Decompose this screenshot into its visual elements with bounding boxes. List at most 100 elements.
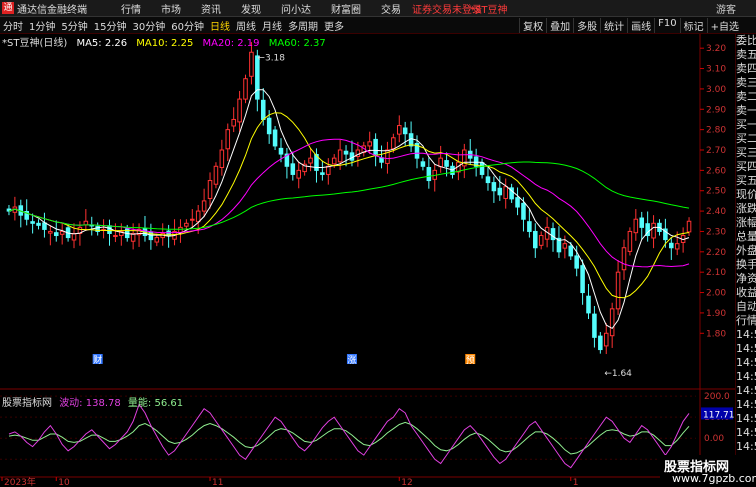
candle-body (337, 149, 343, 163)
candle-body (154, 237, 160, 243)
candle-body (574, 255, 579, 269)
overlay-button[interactable]: 叠加 (546, 18, 573, 33)
period-tab[interactable]: 分时 (0, 18, 26, 33)
price-tick-label: 2.40 (706, 207, 726, 217)
quote-side-panel: 委比 卖五 卖四 卖三 卖二 卖一 买一 买二 买三 买四 买五 现价 涨跌 涨幅 总量 外盘 换手 净资 收益 自动… (735, 34, 756, 484)
ma20-value: MA20: 2.19 (202, 38, 260, 49)
period-tab[interactable]: 5分钟 (58, 18, 90, 33)
side-panel-item: 14:55 (736, 412, 756, 425)
f10-button[interactable]: F10 (654, 18, 679, 33)
candle-body (562, 243, 568, 249)
indicator-name[interactable]: 股票指标网 (2, 398, 52, 409)
toolbar-right-buttons: 复权 叠加 多股 统计 画线 F10 标记 +自选 (519, 18, 742, 33)
candle-body (331, 157, 337, 165)
menu-item-news[interactable]: 资讯 (191, 1, 231, 16)
chart-title: *ST豆神(日线) (2, 38, 68, 49)
side-panel-item: 14:55 (736, 370, 756, 383)
candle-body (580, 265, 585, 294)
candle-body (320, 172, 325, 175)
menu-item-trade[interactable]: 交易 (371, 1, 411, 16)
app-name: 通达信金融终端 (17, 4, 87, 16)
candle-body (521, 202, 526, 220)
period-tab-daily[interactable]: 日线 (207, 18, 233, 33)
kline-chart[interactable]: 3.20 3.10 3.00 2.90 2.80 2.70 2.60 2.50 2.40 2.30… (0, 34, 735, 487)
side-panel-item: 买三 (736, 146, 756, 159)
candle-body (550, 228, 556, 241)
candle-body (231, 118, 236, 127)
candle-body (533, 230, 538, 249)
draw-button[interactable]: 画线 (627, 18, 654, 33)
liangneng-value: 量能: 56.61 (127, 398, 184, 409)
period-tab[interactable]: 30分钟 (129, 18, 168, 33)
menu-item-wealth[interactable]: 财富圈 (321, 1, 371, 16)
fuquan-button[interactable]: 复权 (519, 18, 546, 33)
side-panel-item: 卖五 (736, 48, 756, 61)
ma5-value: MA5: 2.26 (76, 38, 128, 49)
menu-item-market[interactable]: 市场 (151, 1, 191, 16)
side-panel-item: 行情 (736, 314, 756, 327)
candle-body (48, 230, 53, 234)
price-tick-label: 2.80 (706, 126, 726, 136)
candle-body (201, 200, 207, 212)
mark-button[interactable]: 标记 (679, 18, 707, 33)
period-tab[interactable]: 1分钟 (26, 18, 58, 33)
menu-item-ask[interactable]: 问小达 (271, 1, 321, 16)
candle-body (249, 51, 254, 77)
candle-body (42, 222, 47, 230)
stats-button[interactable]: 统计 (600, 18, 627, 33)
side-panel-item: 现价 (736, 188, 756, 201)
candle-body (669, 242, 674, 249)
candle-body (326, 165, 331, 175)
period-tab[interactable]: 多周期 (285, 18, 321, 33)
side-panel-item: 14:54 (736, 328, 756, 341)
guest-user[interactable]: 游客 (716, 1, 736, 16)
side-panel-item: 卖一 (736, 104, 756, 117)
period-tab[interactable]: 15分钟 (91, 18, 130, 33)
side-panel-item: 14:55 (736, 398, 756, 411)
price-tick-label: 2.50 (706, 187, 726, 197)
stock-name: *ST豆神 (470, 5, 508, 16)
candle-body (515, 197, 520, 208)
side-panel-item: 14:54 (736, 342, 756, 355)
app-logo-icon: 通 (2, 2, 14, 14)
price-tick-label: 3.20 (706, 44, 726, 54)
candle-body (219, 149, 225, 169)
candle-body (379, 157, 384, 163)
candle-body (391, 137, 396, 150)
period-tab[interactable]: 周线 (233, 18, 259, 33)
menu-item-discover[interactable]: 发现 (231, 1, 271, 16)
watermark-url: www.7gpzb.com (672, 472, 756, 485)
main-indicator-info: *ST豆神(日线) MA5: 2.26 MA10: 2.25 MA20: 2.1… (2, 34, 326, 49)
candle-body (367, 141, 372, 147)
candle-body (266, 117, 272, 135)
indicator-tick-label: 200.0 (704, 392, 730, 402)
candle-body (59, 230, 65, 235)
side-panel-item: 14:55 (736, 384, 756, 397)
main-menu: 行情 市场 资讯 发现 问小达 财富圈 交易 (111, 1, 411, 16)
ma10-value: MA10: 2.25 (136, 38, 194, 49)
menu-item-quotes[interactable]: 行情 (111, 1, 151, 16)
candle-body (396, 125, 402, 135)
candle-body (568, 245, 574, 257)
side-panel-item: 卖二 (736, 90, 756, 103)
date-tick-label: 10 (58, 478, 70, 487)
period-tab[interactable]: 60分钟 (168, 18, 207, 33)
ma20-line (8, 138, 690, 268)
candle-body (633, 218, 639, 234)
side-panel-item: 14:55 (736, 426, 756, 439)
side-panel-item: 换手 (736, 258, 756, 271)
date-tick-label: 2023年 (4, 476, 36, 487)
candle-body (290, 163, 296, 175)
period-tab[interactable]: 月线 (259, 18, 285, 33)
multi-stock-button[interactable]: 多股 (573, 18, 600, 33)
price-tick-label: 2.10 (706, 268, 726, 278)
period-tab-more[interactable]: 更多 (321, 18, 347, 33)
candle-body (373, 138, 378, 155)
price-tick-label: 3.00 (706, 85, 726, 95)
candle-body (107, 225, 112, 234)
side-panel-item: 买二 (736, 132, 756, 145)
candle-body (420, 161, 426, 167)
add-favorite-button[interactable]: +自选 (706, 18, 742, 33)
candle-body (343, 150, 349, 155)
candle-body (527, 221, 532, 232)
